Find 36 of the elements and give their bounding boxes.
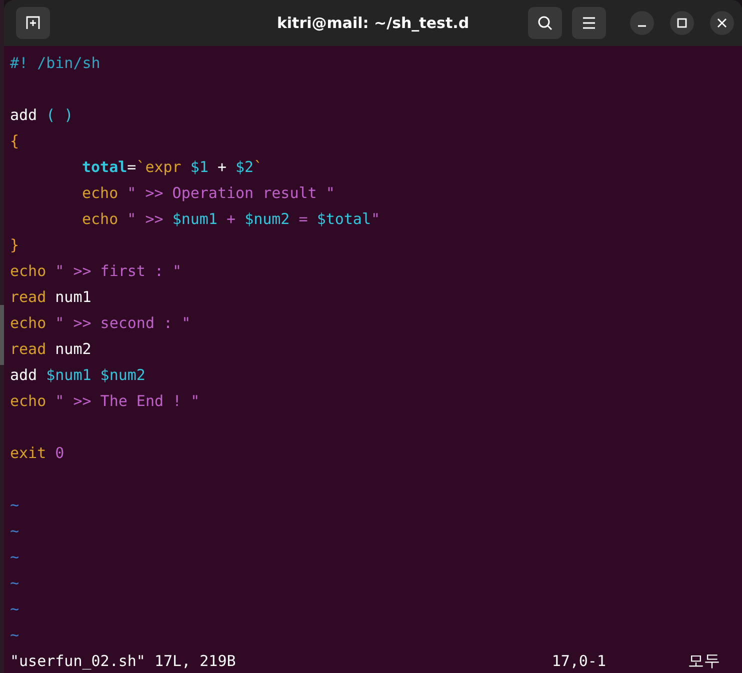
code-line: echo " >> first : " (10, 262, 182, 280)
empty-line-marker: ~ (10, 574, 20, 592)
new-tab-icon (25, 15, 41, 31)
code-line: read num2 (10, 340, 92, 358)
code-line: add ( ) (10, 106, 74, 124)
menu-button[interactable] (572, 7, 606, 39)
new-tab-button[interactable] (16, 7, 50, 39)
code-line: echo " >> $num1 + $num2 = $total" (82, 210, 380, 228)
maximize-button[interactable] (670, 11, 694, 35)
code-line: add $num1 $num2 (10, 366, 146, 384)
close-button[interactable] (710, 11, 734, 35)
code-line: } (10, 236, 20, 254)
cursor-position: 17,0-1 (552, 652, 606, 670)
minimize-button[interactable] (630, 11, 654, 35)
empty-line-marker: ~ (10, 496, 20, 514)
code-line: echo " >> The End ! " (10, 392, 200, 410)
code-line: #! /bin/sh (10, 54, 100, 72)
file-info: "userfun_02.sh" 17L, 219B (10, 652, 236, 670)
scroll-indicator: 모두 (688, 652, 720, 670)
empty-line-marker: ~ (10, 548, 20, 566)
search-button[interactable] (528, 7, 562, 39)
minimize-icon (637, 25, 647, 27)
code-line: echo " >> second : " (10, 314, 191, 332)
code-line: total=`expr $1 + $2` (82, 158, 263, 176)
search-icon (537, 15, 553, 31)
code-line: echo " >> Operation result " (82, 184, 335, 202)
maximize-icon (677, 18, 687, 28)
code-line: exit 0 (10, 444, 64, 462)
empty-line-marker: ~ (10, 600, 20, 618)
window-title: kitri@mail: ~/sh_test.d (276, 14, 470, 32)
code-line: { (10, 132, 20, 150)
close-icon (717, 18, 727, 28)
code-line: read num1 (10, 288, 92, 306)
empty-line-marker: ~ (10, 522, 20, 540)
menu-icon (582, 17, 596, 29)
empty-line-marker: ~ (10, 626, 20, 644)
